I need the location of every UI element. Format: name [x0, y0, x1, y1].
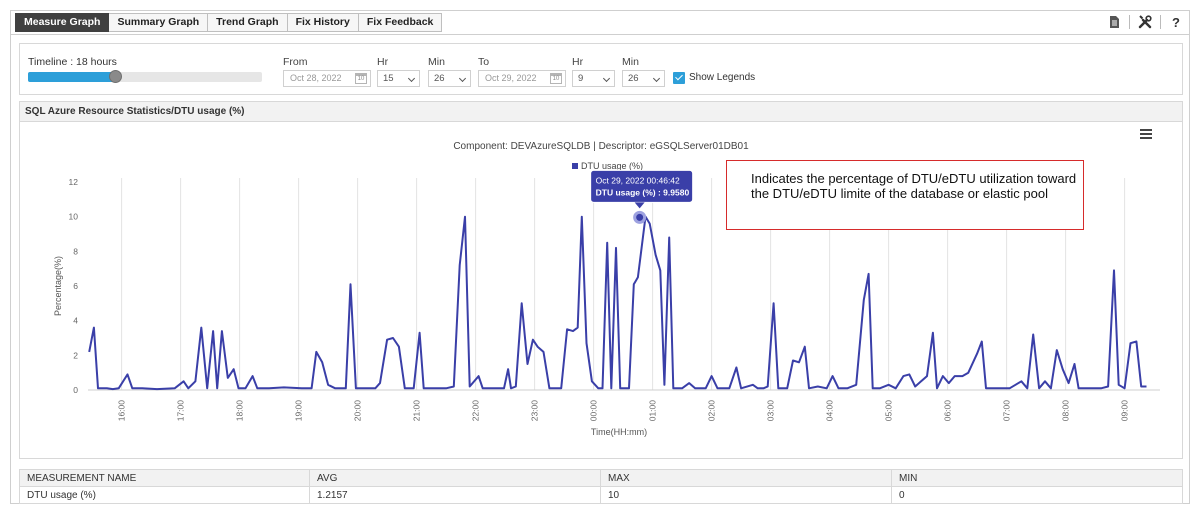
legend-swatch	[572, 163, 578, 169]
chevron-down-icon	[407, 74, 416, 83]
y-tick-label: 8	[73, 246, 78, 256]
from-date-field[interactable]: Oct 28, 2022 10	[283, 70, 371, 87]
show-legends-checkbox[interactable]	[673, 72, 685, 84]
measurement-table: MEASUREMENT NAME AVG MAX MIN DTU usage (…	[19, 469, 1183, 504]
column-header: MIN	[891, 469, 1183, 487]
x-tick-label: 04:00	[825, 400, 835, 422]
to-hr-select[interactable]: 9	[572, 70, 615, 87]
graph-panel: SQL Azure Resource Statistics/DTU usage …	[19, 101, 1183, 459]
tooltip-timestamp: Oct 29, 2022 00:46:42	[596, 175, 680, 185]
timeline-slider-handle[interactable]	[108, 70, 122, 83]
tab-summary-graph[interactable]: Summary Graph	[109, 13, 209, 32]
chart-tooltip: Oct 29, 2022 00:46:42 DTU usage (%) : 9.…	[590, 169, 694, 209]
y-tick-label: 12	[69, 177, 79, 187]
graph-tabs: Measure Graph Summary Graph Trend Graph …	[15, 13, 443, 32]
tab-bar: Measure Graph Summary Graph Trend Graph …	[11, 11, 1189, 35]
toolbar-divider	[1160, 15, 1161, 29]
from-min-select[interactable]: 26	[428, 70, 471, 87]
from-min-label: Min	[428, 56, 445, 68]
panel-title: SQL Azure Resource Statistics/DTU usage …	[20, 102, 1182, 122]
toolbar-divider	[1129, 15, 1130, 29]
chart-title: Component: DEVAzureSQLDB | Descriptor: e…	[453, 141, 749, 152]
table-row: DTU usage (%) 1.2157 10 0	[19, 486, 1183, 504]
to-min-label: Min	[622, 56, 639, 68]
y-tick-label: 10	[69, 212, 79, 222]
x-tick-label: 06:00	[943, 400, 953, 422]
tooltip-value: DTU usage (%) : 9.9580	[596, 187, 690, 197]
tab-fix-feedback[interactable]: Fix Feedback	[358, 13, 443, 32]
y-tick-label: 0	[73, 385, 78, 395]
legend-label: DTU usage (%)	[581, 161, 643, 171]
tab-measure-graph[interactable]: Measure Graph	[15, 13, 110, 32]
chart-menu-icon[interactable]	[1140, 129, 1152, 139]
x-tick-label: 17:00	[176, 400, 186, 422]
column-header: MAX	[600, 469, 892, 487]
from-hr-value: 15	[383, 73, 394, 84]
annotation-callout: Indicates the percentage of DTU/eDTU uti…	[726, 160, 1084, 230]
toolbar: ?	[1107, 14, 1183, 30]
to-date-value: Oct 29, 2022	[485, 73, 537, 83]
column-header: MEASUREMENT NAME	[19, 469, 310, 487]
table-cell: 1.2157	[309, 486, 601, 504]
x-tick-label: 00:00	[589, 400, 599, 422]
calendar-icon[interactable]: 10	[355, 73, 367, 84]
timeline-slider[interactable]	[28, 70, 262, 83]
table-header-row: MEASUREMENT NAME AVG MAX MIN	[19, 469, 1183, 487]
y-tick-label: 6	[73, 281, 78, 291]
to-hr-value: 9	[578, 73, 584, 84]
x-axis-label: Time(HH:mm)	[591, 427, 647, 437]
from-min-value: 26	[434, 73, 445, 84]
chevron-down-icon	[602, 74, 611, 83]
timeline-label: Timeline : 18 hours	[28, 56, 117, 68]
report-icon[interactable]	[1107, 14, 1121, 30]
x-tick-label: 02:00	[707, 400, 717, 422]
y-tick-label: 2	[73, 350, 78, 360]
x-tick-label: 18:00	[235, 400, 245, 422]
x-tick-label: 07:00	[1002, 400, 1012, 422]
annotation-text: Indicates the percentage of DTU/eDTU uti…	[751, 171, 1077, 201]
column-header: AVG	[309, 469, 601, 487]
chevron-down-icon	[458, 74, 467, 83]
to-hr-label: Hr	[572, 56, 584, 68]
x-tick-label: 22:00	[471, 400, 481, 422]
x-tick-label: 23:00	[530, 400, 540, 422]
table-cell: 10	[600, 486, 892, 504]
calendar-icon[interactable]: 10	[550, 73, 562, 84]
x-tick-label: 09:00	[1120, 400, 1130, 422]
table-cell: DTU usage (%)	[19, 486, 310, 504]
x-tick-label: 20:00	[353, 400, 363, 422]
x-tick-label: 03:00	[766, 400, 776, 422]
table-cell: 0	[891, 486, 1183, 504]
from-hr-select[interactable]: 15	[377, 70, 420, 87]
show-legends-label[interactable]: Show Legends	[689, 72, 755, 83]
tools-icon[interactable]	[1138, 14, 1152, 30]
to-min-value: 26	[628, 73, 639, 84]
x-tick-label: 05:00	[884, 400, 894, 422]
y-axis-label: Percentage(%)	[53, 256, 63, 316]
timeline-slider-fill	[28, 72, 115, 82]
help-icon[interactable]: ?	[1169, 14, 1183, 30]
x-tick-label: 19:00	[294, 400, 304, 422]
chart-legend[interactable]: DTU usage (%)	[572, 161, 643, 171]
to-label: To	[478, 56, 490, 68]
filter-bar: Timeline : 18 hours From Oct 28, 2022 10…	[19, 43, 1183, 95]
from-label: From	[283, 56, 308, 68]
x-tick-label: 08:00	[1061, 400, 1071, 422]
tab-fix-history[interactable]: Fix History	[287, 13, 359, 32]
from-date-value: Oct 28, 2022	[290, 73, 342, 83]
graph-window: Measure Graph Summary Graph Trend Graph …	[10, 10, 1190, 504]
chevron-down-icon	[652, 74, 661, 83]
from-hr-label: Hr	[377, 56, 389, 68]
x-tick-label: 01:00	[648, 400, 658, 422]
series-line-dtu-usage[interactable]	[88, 215, 1147, 391]
tab-trend-graph[interactable]: Trend Graph	[208, 13, 288, 32]
hovered-data-point[interactable]	[633, 210, 647, 224]
x-tick-label: 16:00	[117, 400, 127, 422]
to-date-field[interactable]: Oct 29, 2022 10	[478, 70, 566, 87]
y-tick-label: 4	[73, 316, 78, 326]
x-tick-label: 21:00	[412, 400, 422, 422]
to-min-select[interactable]: 26	[622, 70, 665, 87]
